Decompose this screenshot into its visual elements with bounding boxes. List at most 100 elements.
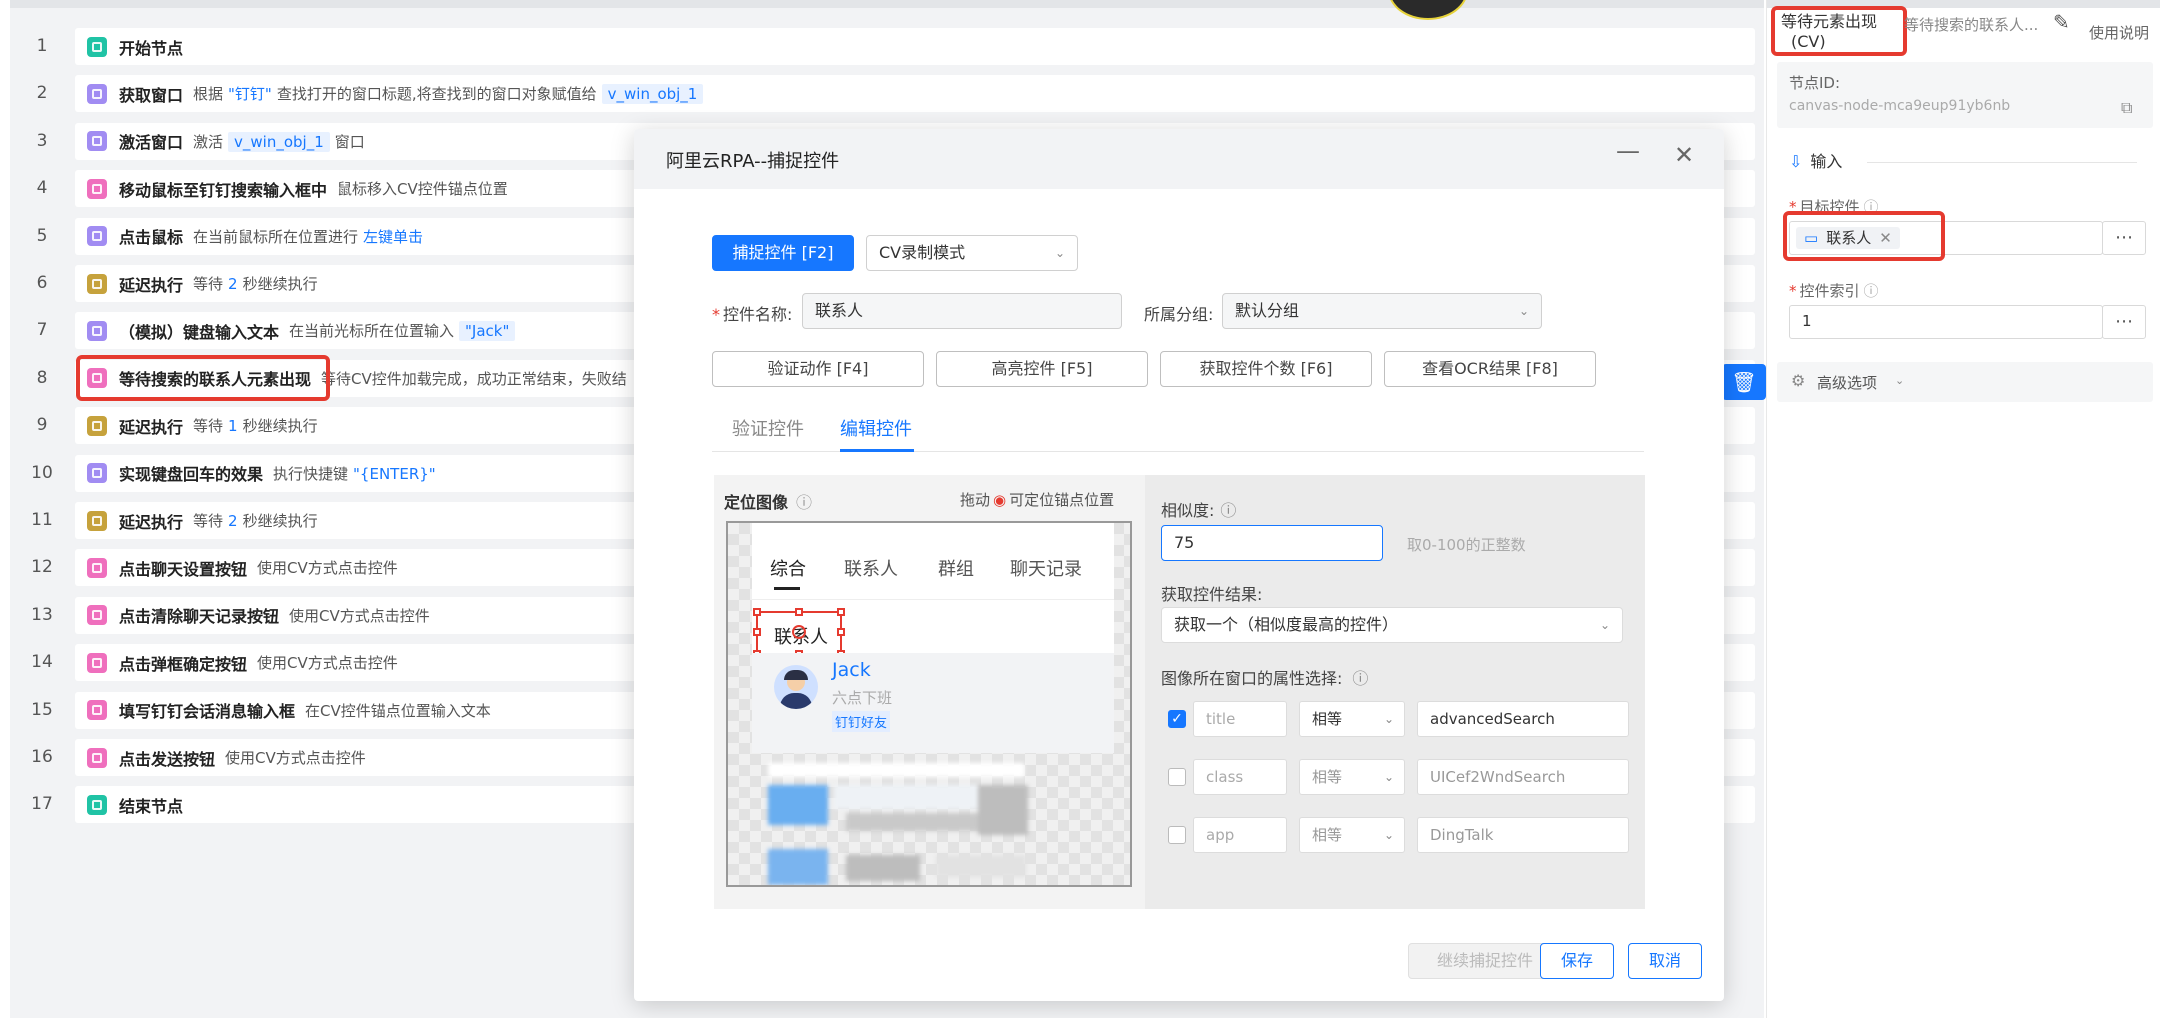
record-mode-select[interactable]: CV录制模式 ⌄ (866, 235, 1078, 271)
similarity-input[interactable]: 75 (1161, 525, 1383, 561)
attr-label-text: 图像所在窗口的属性选择: (1161, 669, 1343, 688)
remove-icon[interactable]: ✕ (1879, 229, 1892, 247)
locate-image-label-text: 定位图像 (724, 493, 789, 512)
node-description: 在当前光标所在位置输入 "Jack" (289, 320, 520, 342)
contact-result-row: Jack 六点下班 钉钉好友 (752, 653, 1114, 753)
dialog-title: 阿里云RPA--捕捉控件 (666, 151, 840, 172)
node-description: 等待 2 秒继续执行 (193, 273, 323, 294)
verify-action-button[interactable]: 验证动作 [F4] (712, 351, 924, 387)
attr-title-op: 相等 (1312, 710, 1343, 728)
tab-verify[interactable]: 验证控件 (732, 415, 804, 441)
result-select[interactable]: 获取一个（相似度最高的控件） ⌄ (1161, 607, 1623, 643)
chevron-down-icon: ⌄ (1054, 246, 1065, 260)
attr-class-value[interactable]: UICef2WndSearch (1417, 759, 1629, 795)
node-title: 移动鼠标至钉钉搜索输入框中 (119, 180, 328, 200)
count-controls-button[interactable]: 获取控件个数 [F6] (1160, 351, 1372, 387)
row-number: 13 (31, 604, 53, 625)
workflow-row[interactable]: 2 获取窗口 根据 "钉钉" 查找打开的窗口标题,将查找到的窗口对象赋值给 v_win_o… (10, 70, 1764, 117)
node-description: 等待 1 秒继续执行 (193, 415, 323, 436)
attr-title-value[interactable]: advancedSearch (1417, 701, 1629, 737)
anchor-selection-box[interactable] (753, 608, 845, 658)
highlight-control-button[interactable]: 高亮控件 [F5] (936, 351, 1148, 387)
delay-icon (87, 273, 107, 294)
attr-app-op-select[interactable]: 相等 ⌄ (1299, 817, 1405, 853)
image-icon (87, 700, 107, 721)
node-description: 使用CV方式点击控件 (257, 652, 403, 673)
drag-hint-prefix: 拖动 (960, 491, 991, 509)
node-description: 在CV控件锚点位置输入文本 (305, 700, 496, 721)
save-button[interactable]: 保存 (1540, 943, 1614, 979)
node-title: 等待搜索的联系人元素出现 (119, 370, 312, 390)
node-card[interactable]: 开始节点 (75, 28, 1755, 65)
node-title: 结束节点 (119, 796, 184, 816)
capture-button[interactable]: 捕捉控件 [F2] (712, 235, 854, 271)
keyboard-icon (87, 463, 107, 484)
continue-capture-button[interactable]: 继续捕捉控件 (1408, 943, 1562, 979)
minimize-icon[interactable]: — (1616, 137, 1640, 165)
close-icon[interactable]: ✕ (1674, 141, 1694, 169)
preview-tab-contacts: 联系人 (844, 559, 898, 580)
cancel-button[interactable]: 取消 (1628, 943, 1702, 979)
chevron-down-icon: ⌄ (1599, 618, 1610, 632)
param-value: "{ENTER}" (353, 464, 436, 483)
target-label: * 目标控件 ⓘ (1789, 198, 1879, 216)
copy-icon[interactable]: ⧉ (2121, 98, 2132, 118)
desc-text: 根据 (193, 85, 224, 104)
desc-text: 秒继续执行 (242, 417, 318, 436)
image-icon (87, 178, 107, 199)
locate-image-label: 定位图像 ⓘ (724, 489, 812, 513)
node-card[interactable]: 获取窗口 根据 "钉钉" 查找打开的窗口标题,将查找到的窗口对象赋值给 v_win_ob… (75, 75, 1755, 113)
attr-title-checkbox[interactable]: ✓ (1168, 710, 1186, 728)
tab-edit[interactable]: 编辑控件 (840, 415, 912, 441)
contact-status: 六点下班 (832, 689, 893, 707)
index-more-button[interactable]: ⋯ (2102, 305, 2146, 339)
row-number: 1 (36, 36, 48, 56)
attr-title-op-select[interactable]: 相等 ⌄ (1299, 701, 1405, 737)
node-description: 使用CV方式点击控件 (257, 557, 403, 578)
image-icon (87, 368, 107, 389)
chevron-down-icon: ⌄ (1518, 304, 1529, 318)
row-number: 7 (36, 320, 48, 341)
input-section-header: ⇩ 输入 (1789, 148, 1842, 172)
target-more-button[interactable]: ⋯ (2102, 221, 2146, 255)
row-number: 14 (31, 652, 53, 673)
advanced-options[interactable]: ⚙ 高级选项 ⌄ (1777, 362, 2153, 402)
desc-text: 激活 (193, 132, 224, 151)
locate-image-preview[interactable]: 综合 联系人 群组 聊天记录 联系人 Jack 六点下班 钉钉好友 (726, 521, 1132, 887)
edit-icon[interactable]: ✎ (2053, 10, 2070, 34)
attr-class-op-select[interactable]: 相等 ⌄ (1299, 759, 1405, 795)
mouse-icon (87, 226, 107, 247)
attr-app-checkbox[interactable] (1168, 826, 1186, 844)
index-input[interactable]: 1 (1789, 305, 2103, 339)
control-name-input[interactable]: 联系人 (802, 293, 1122, 329)
node-properties-panel: 等待元素出现 (CV) 等待搜索的联系人... ✎ 使用说明 节点ID: can… (1766, 0, 2160, 1018)
attr-app-value[interactable]: DingTalk (1417, 817, 1629, 853)
param-value: 左键单击 (363, 227, 424, 246)
target-chip[interactable]: ▭ 联系人 ✕ (1796, 227, 1900, 249)
index-value: 1 (1802, 312, 1812, 330)
anchor-point-icon[interactable] (792, 625, 806, 639)
param-value: "钉钉" (228, 85, 272, 104)
node-type-sub: (CV) (1791, 32, 1826, 51)
delete-icon[interactable]: 🗑 (1722, 364, 1766, 400)
desc-text: 等待 (193, 512, 224, 530)
target-control-input[interactable]: ▭ 联系人 ✕ (1789, 221, 2103, 255)
desc-text: 使用CV方式点击控件 (257, 559, 398, 578)
node-title: 激活窗口 (119, 133, 184, 153)
help-link[interactable]: 使用说明 (2089, 22, 2149, 43)
window-icon (87, 83, 107, 104)
desc-text: 使用CV方式点击控件 (225, 749, 366, 767)
group-select[interactable]: 默认分组 ⌄ (1222, 293, 1542, 329)
node-name[interactable]: 等待搜索的联系人... (1904, 14, 2038, 35)
target-label-text: 目标控件 (1799, 198, 1860, 216)
node-description: 执行快捷键 "{ENTER}" (273, 463, 441, 484)
index-label: * 控件索引 ⓘ (1789, 282, 1879, 300)
similarity-label-text: 相似度: (1161, 501, 1215, 520)
preview-tab-all: 综合 (770, 559, 806, 580)
workflow-row[interactable]: 1 开始节点 (10, 23, 1764, 70)
desc-text: 执行快捷键 (273, 464, 349, 483)
attr-class-checkbox[interactable] (1168, 768, 1186, 786)
row-number: 11 (31, 510, 53, 530)
ocr-result-button[interactable]: 查看OCR结果 [F8] (1384, 351, 1596, 387)
similarity-hint: 取0-100的正整数 (1407, 536, 1526, 554)
